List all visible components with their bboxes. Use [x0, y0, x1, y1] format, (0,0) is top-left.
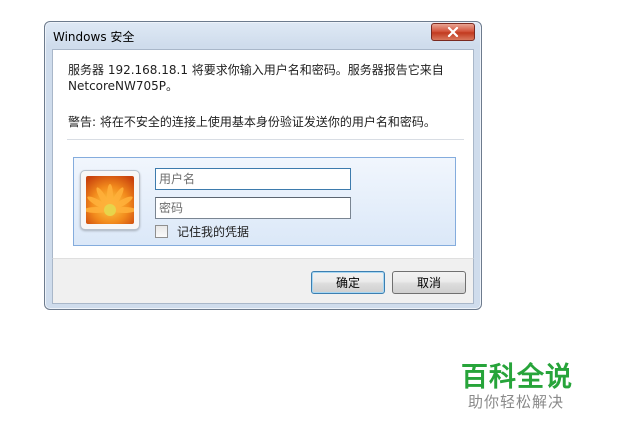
watermark-title: 百科全说 [461, 362, 573, 393]
button-bar: 确定 取消 [52, 258, 474, 304]
user-picture-flower-icon [86, 176, 134, 224]
credential-panel: 记住我的凭据 [73, 157, 456, 246]
username-field[interactable] [155, 168, 351, 190]
dialog-content: 服务器 192.168.18.1 将要求你输入用户名和密码。服务器报告它来自 N… [52, 49, 474, 258]
remember-credentials[interactable]: 记住我的凭据 [155, 223, 249, 240]
close-button[interactable] [431, 23, 475, 41]
server-message: 服务器 192.168.18.1 将要求你输入用户名和密码。服务器报告它来自 N… [68, 63, 444, 93]
remember-checkbox[interactable] [155, 225, 168, 238]
remember-label: 记住我的凭据 [177, 225, 250, 239]
warning-message: 警告: 将在不安全的连接上使用基本身份验证发送你的用户名和密码。 [68, 115, 436, 129]
divider [67, 139, 464, 140]
ok-button[interactable]: 确定 [311, 271, 385, 294]
title-bar[interactable]: Windows 安全 [45, 22, 481, 48]
user-picture [80, 170, 140, 230]
cancel-button[interactable]: 取消 [392, 271, 466, 294]
windows-security-dialog: Windows 安全 服务器 192.168.18.1 将要求你输入用户名和密码… [44, 21, 482, 310]
watermark-subtitle: 助你轻松解决 [468, 393, 565, 411]
window-title: Windows 安全 [53, 30, 135, 44]
close-icon [447, 27, 459, 37]
password-field[interactable] [155, 197, 351, 219]
